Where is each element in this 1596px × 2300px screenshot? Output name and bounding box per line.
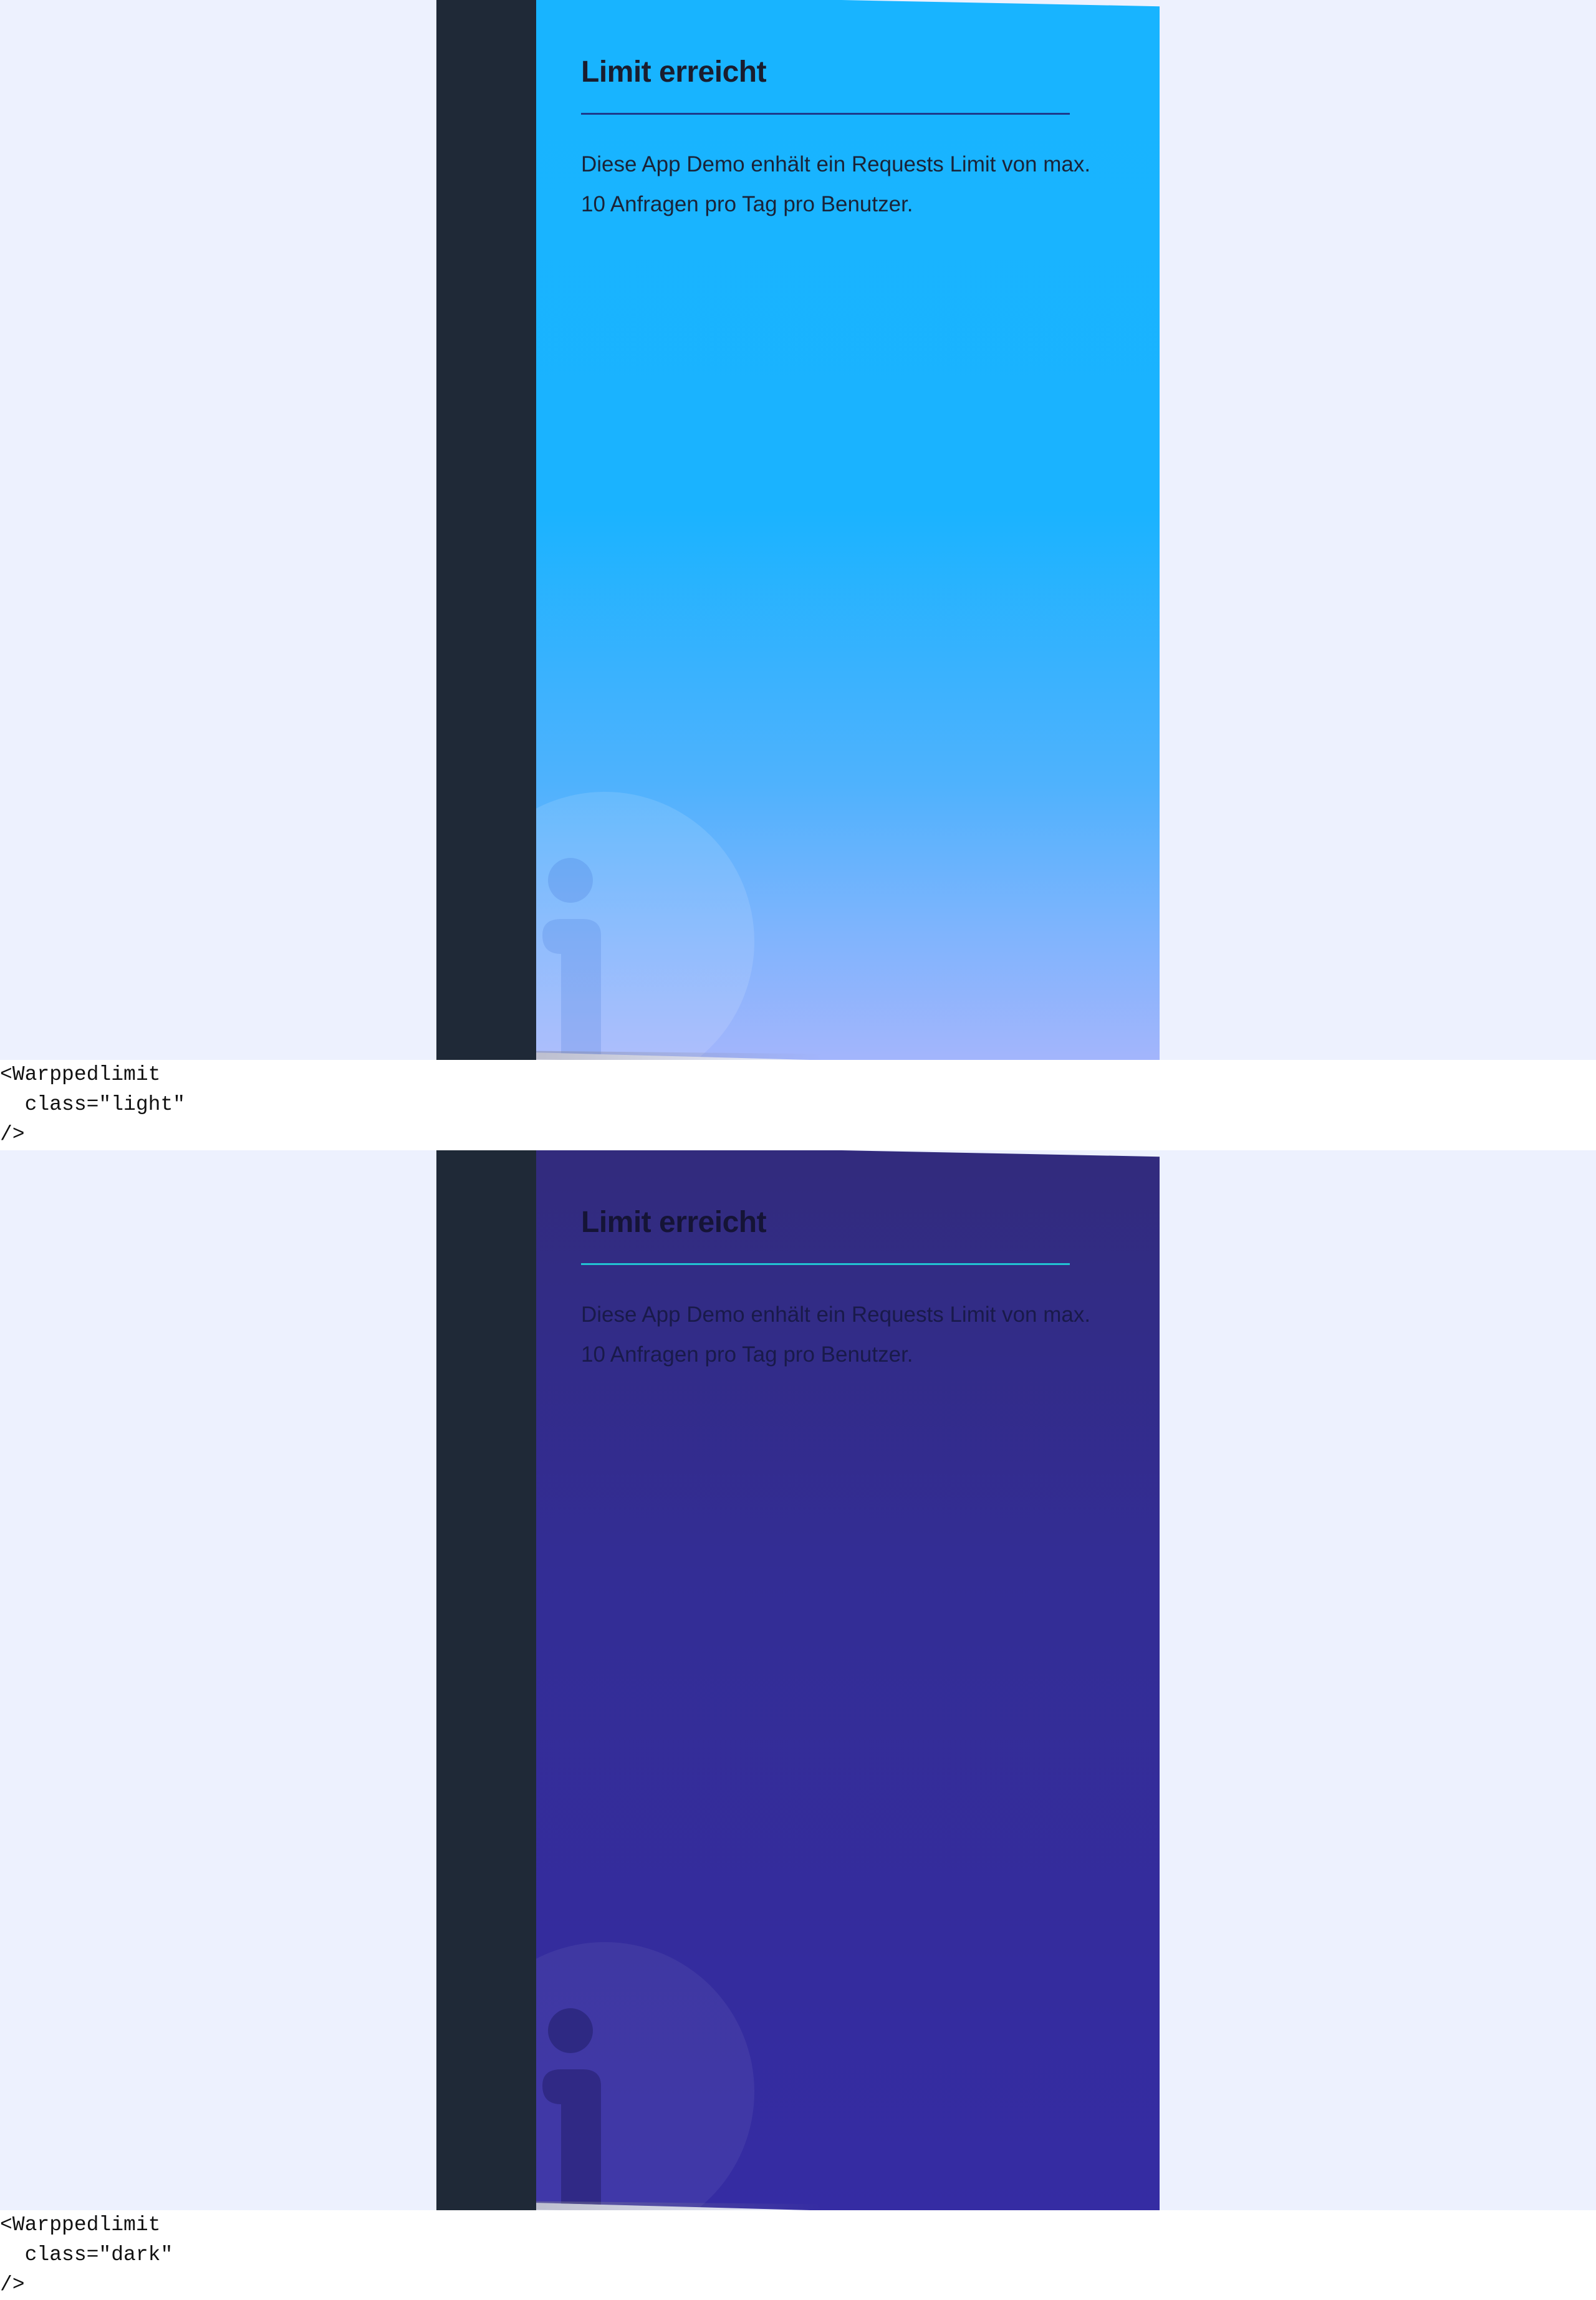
info-icon	[536, 792, 754, 1060]
sidebar-strip	[436, 0, 536, 1060]
title-divider	[581, 113, 1070, 115]
dark-preview: Limit erreicht Diese App Demo enhält ein…	[0, 1150, 1596, 2210]
code-snippet-dark: <Warppedlimit class="dark" />	[0, 2213, 173, 2296]
limit-card-dark: Limit erreicht Diese App Demo enhält ein…	[536, 1150, 1160, 2210]
limit-card-light: Limit erreicht Diese App Demo enhält ein…	[536, 0, 1160, 1060]
light-preview: Limit erreicht Diese App Demo enhält ein…	[0, 0, 1596, 1060]
card-description: Diese App Demo enhält ein Requests Limit…	[581, 1302, 1091, 1367]
card-title: Limit erreicht	[581, 55, 767, 89]
title-divider	[581, 1263, 1070, 1265]
card-title: Limit erreicht	[581, 1206, 767, 1239]
sidebar-strip	[436, 1150, 536, 2210]
card-description: Diese App Demo enhält ein Requests Limit…	[581, 152, 1091, 216]
code-snippet-light: <Warppedlimit class="light" />	[0, 1063, 186, 1146]
info-icon	[536, 1942, 754, 2210]
